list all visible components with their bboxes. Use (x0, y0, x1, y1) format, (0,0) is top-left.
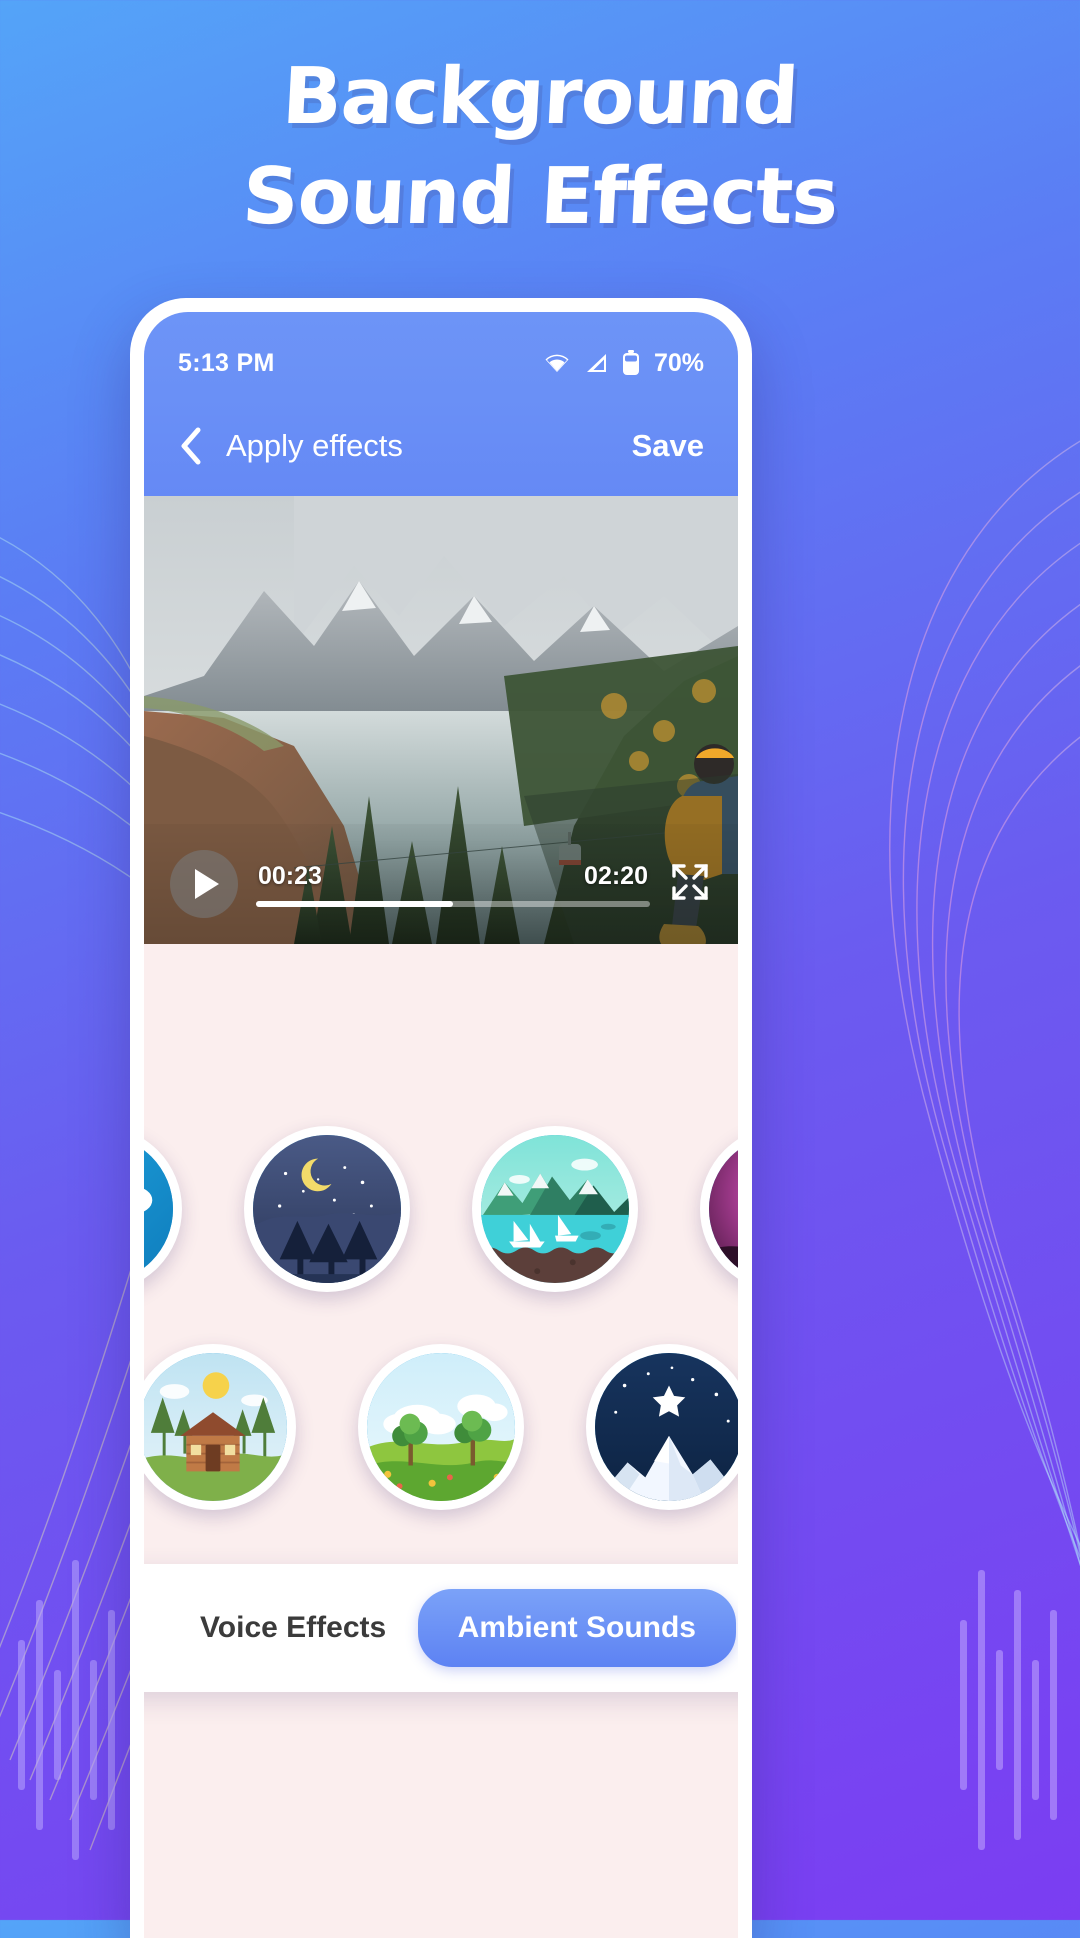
cellular-signal-icon (586, 354, 606, 372)
sound-item-thunderstorm[interactable] (700, 1126, 738, 1292)
poster-headline: Background Sound Effects (0, 48, 1080, 248)
sound-item-cabin-woods[interactable] (144, 1344, 296, 1510)
effects-tab-bar: Voice Effects Ambient Sounds (144, 1564, 738, 1692)
green-meadow-trees-icon (367, 1353, 515, 1501)
ambient-sound-panel: Voice Effects Ambient Sounds (144, 944, 738, 1938)
sound-item-night-forest[interactable] (244, 1126, 410, 1292)
play-icon (195, 869, 219, 899)
status-time: 5:13 PM (178, 348, 275, 377)
wifi-icon (545, 354, 569, 372)
sound-row-1 (144, 1126, 738, 1292)
crescent-moon-night-forest-icon (253, 1135, 401, 1283)
video-preview[interactable]: 00:23 02:20 (144, 496, 738, 944)
sound-item-rain-thunder[interactable] (144, 1126, 182, 1292)
sound-item-meadow[interactable] (358, 1344, 524, 1510)
phone-mockup: 5:13 PM 70% Apply effects Save 00:23 02:… (130, 298, 752, 1938)
video-controls: 00:23 02:20 (144, 824, 738, 944)
snowy-peak-star-icon (595, 1353, 738, 1501)
status-icon-group: 70% (542, 349, 704, 378)
phone-screen: 5:13 PM 70% Apply effects Save 00:23 02:… (144, 312, 738, 1938)
lightning-storm-icon (709, 1135, 738, 1283)
status-bar: 5:13 PM 70% (144, 312, 738, 396)
battery-icon (622, 350, 639, 375)
app-bar: Apply effects Save (144, 396, 738, 496)
lake-sailboats-mountains-icon (481, 1135, 629, 1283)
headline-line-1: Background (280, 52, 800, 142)
battery-percent-label: 70% (653, 348, 704, 377)
headline-line-2: Sound Effects (240, 151, 840, 242)
video-timeline[interactable]: 00:23 02:20 (256, 862, 650, 907)
tab-voice-effects[interactable]: Voice Effects (146, 1611, 386, 1645)
duration-label: 02:20 (584, 861, 648, 890)
chevron-left-icon[interactable] (178, 426, 204, 466)
save-button[interactable]: Save (632, 428, 704, 464)
current-time-label: 00:23 (258, 861, 322, 890)
fullscreen-expand-icon[interactable] (668, 860, 712, 904)
scrubber-track[interactable] (256, 900, 650, 907)
tab-ambient-sounds[interactable]: Ambient Sounds (417, 1589, 736, 1667)
sound-item-snow-mountain[interactable] (586, 1344, 738, 1510)
sound-row-2 (144, 1344, 738, 1510)
play-button[interactable] (170, 850, 238, 918)
rain-cloud-lightning-icon (144, 1135, 173, 1283)
sound-item-lake-sailboat[interactable] (472, 1126, 638, 1292)
app-bar-title: Apply effects (226, 428, 403, 463)
scrubber-fill (256, 900, 453, 907)
cabin-house-trees-icon (144, 1353, 287, 1501)
